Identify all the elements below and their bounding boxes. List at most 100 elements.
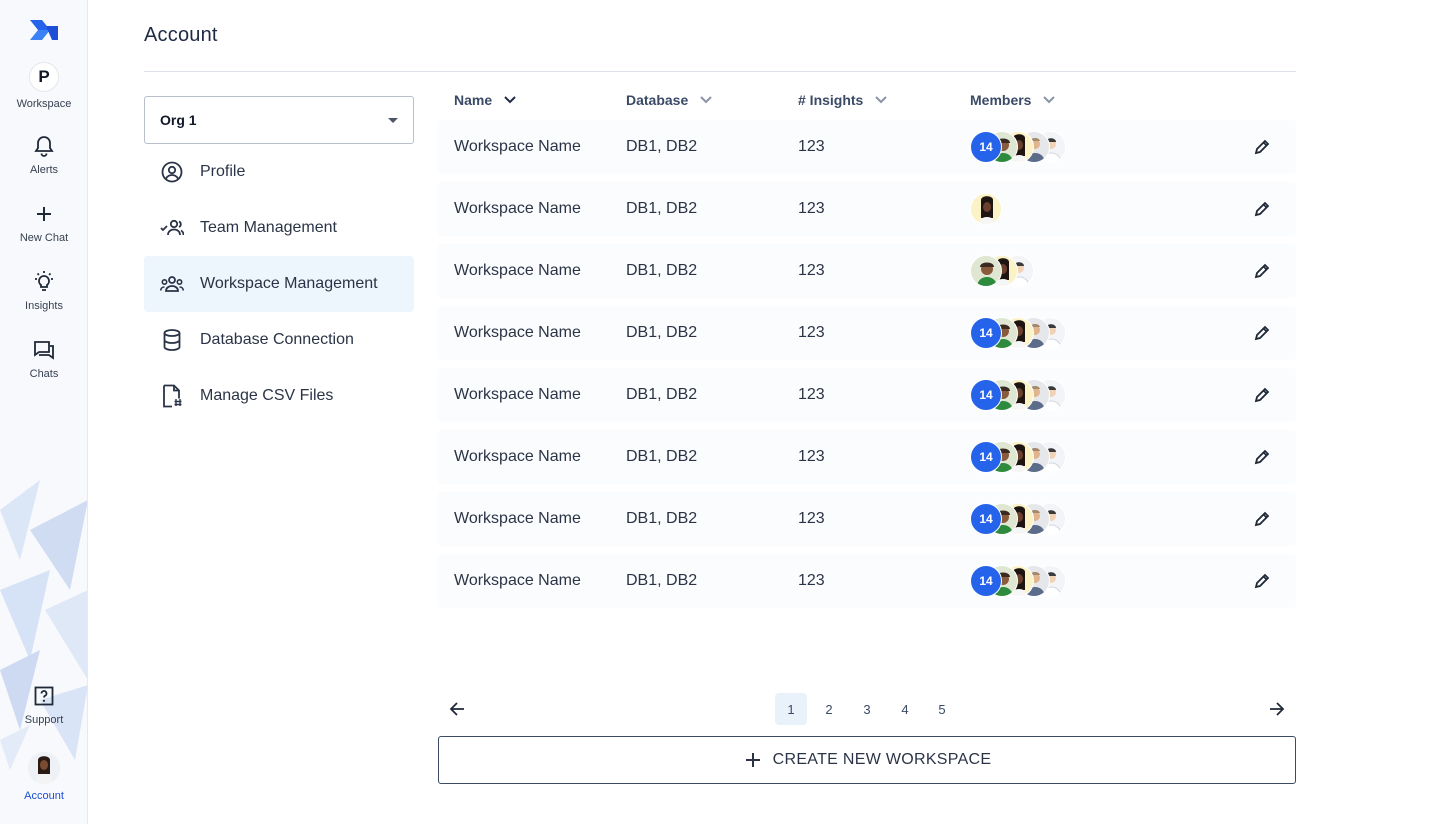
column-header-database[interactable]: Database bbox=[626, 90, 712, 110]
pagination-page-5[interactable]: 5 bbox=[926, 693, 958, 725]
edit-icon[interactable] bbox=[1250, 321, 1274, 345]
workspace-databases: DB1, DB2 bbox=[626, 138, 698, 155]
menu-item-label: Manage CSV Files bbox=[200, 387, 334, 404]
menu-item-workspace-management[interactable]: Workspace Management bbox=[144, 256, 414, 312]
edit-icon[interactable] bbox=[1250, 507, 1274, 531]
member-avatar-group[interactable]: 14 bbox=[970, 565, 1066, 597]
create-workspace-button[interactable]: CREATE NEW WORKSPACE bbox=[438, 736, 1296, 784]
menu-item-label: Workspace Management bbox=[200, 275, 378, 292]
pagination-next[interactable] bbox=[1265, 697, 1289, 721]
pagination-page-3[interactable]: 3 bbox=[851, 693, 883, 725]
rail-label: Support bbox=[24, 714, 64, 726]
workspace-insights: 123 bbox=[798, 262, 825, 279]
menu-item-team-management[interactable]: Team Management bbox=[144, 200, 414, 256]
workspace-members: 14 bbox=[970, 492, 1066, 546]
member-avatar bbox=[970, 255, 1002, 287]
member-avatar-group[interactable] bbox=[970, 255, 1034, 287]
workspace-name: Workspace Name bbox=[454, 200, 581, 217]
left-nav-rail: P Workspace Alerts New Chat Insights Cha… bbox=[0, 0, 88, 824]
create-workspace-label: CREATE NEW WORKSPACE bbox=[772, 751, 992, 768]
rail-label: Alerts bbox=[29, 164, 59, 176]
user-avatar bbox=[28, 752, 60, 784]
edit-icon[interactable] bbox=[1250, 383, 1274, 407]
workspace-insights: 123 bbox=[798, 510, 825, 527]
menu-item-database-connection[interactable]: Database Connection bbox=[144, 312, 414, 368]
rail-item-support[interactable]: Support bbox=[0, 684, 87, 726]
rail-item-new-chat[interactable]: New Chat bbox=[0, 202, 87, 244]
rail-label: Account bbox=[24, 790, 64, 802]
page-title: Account bbox=[144, 24, 218, 46]
workspace-members: 14 bbox=[970, 430, 1066, 484]
menu-item-profile[interactable]: Profile bbox=[144, 144, 414, 200]
pagination-page-1[interactable]: 1 bbox=[775, 693, 807, 725]
pagination-page-4[interactable]: 4 bbox=[889, 693, 921, 725]
member-avatar-group[interactable] bbox=[970, 193, 1002, 225]
table-row[interactable]: Workspace Name DB1, DB2 123 14 bbox=[438, 430, 1296, 484]
workspace-insights: 123 bbox=[798, 448, 825, 465]
menu-item-label: Profile bbox=[200, 163, 246, 180]
rail-item-workspace[interactable]: P Workspace bbox=[0, 62, 87, 110]
menu-item-label: Team Management bbox=[200, 219, 337, 236]
column-header-insights[interactable]: # Insights bbox=[798, 90, 888, 110]
pagination-prev[interactable] bbox=[445, 697, 469, 721]
column-header-name[interactable]: Name bbox=[454, 90, 516, 110]
member-count-badge: 14 bbox=[970, 379, 1002, 411]
chevron-down-icon bbox=[504, 96, 516, 104]
caret-down-icon bbox=[388, 118, 398, 123]
workspace-insights: 123 bbox=[798, 324, 825, 341]
org-select-value: Org 1 bbox=[160, 112, 197, 128]
workspace-name: Workspace Name bbox=[454, 138, 581, 155]
workspace-name: Workspace Name bbox=[454, 510, 581, 527]
rail-item-chats[interactable]: Chats bbox=[0, 338, 87, 380]
lightbulb-icon bbox=[32, 270, 56, 294]
table-row[interactable]: Workspace Name DB1, DB2 123 14 bbox=[438, 554, 1296, 608]
table-row[interactable]: Workspace Name DB1, DB2 123 14 bbox=[438, 120, 1296, 174]
member-avatar-group[interactable]: 14 bbox=[970, 317, 1066, 349]
member-count-badge: 14 bbox=[970, 317, 1002, 349]
member-count-badge: 14 bbox=[970, 131, 1002, 163]
org-select[interactable]: Org 1 bbox=[144, 96, 414, 144]
member-avatar bbox=[970, 193, 1002, 225]
rail-item-account[interactable]: Account bbox=[0, 752, 87, 802]
column-header-label: Name bbox=[454, 92, 493, 108]
bell-icon bbox=[32, 134, 56, 158]
rail-label: Chats bbox=[29, 368, 59, 380]
edit-icon[interactable] bbox=[1250, 135, 1274, 159]
edit-icon[interactable] bbox=[1250, 569, 1274, 593]
workspace-databases: DB1, DB2 bbox=[626, 448, 698, 465]
rail-item-alerts[interactable]: Alerts bbox=[0, 134, 87, 176]
table-row[interactable]: Workspace Name DB1, DB2 123 14 bbox=[438, 492, 1296, 546]
chevron-down-icon bbox=[700, 96, 712, 104]
member-avatar-group[interactable]: 14 bbox=[970, 503, 1066, 535]
workspace-databases: DB1, DB2 bbox=[626, 324, 698, 341]
workspace-members: 14 bbox=[970, 306, 1066, 360]
workspace-insights: 123 bbox=[798, 572, 825, 589]
pagination-page-2[interactable]: 2 bbox=[813, 693, 845, 725]
member-avatar-group[interactable]: 14 bbox=[970, 131, 1066, 163]
table-row[interactable]: Workspace Name DB1, DB2 123 bbox=[438, 182, 1296, 236]
rail-label: New Chat bbox=[19, 232, 69, 244]
workspace-databases: DB1, DB2 bbox=[626, 262, 698, 279]
rail-label: Insights bbox=[25, 300, 63, 312]
edit-icon[interactable] bbox=[1250, 445, 1274, 469]
workspace-badge: P bbox=[29, 62, 59, 92]
brand-logo[interactable] bbox=[28, 16, 60, 44]
menu-item-manage-csv-files[interactable]: Manage CSV Files bbox=[144, 368, 414, 424]
column-header-members[interactable]: Members bbox=[970, 90, 1056, 110]
edit-icon[interactable] bbox=[1250, 259, 1274, 283]
member-avatar-group[interactable]: 14 bbox=[970, 379, 1066, 411]
header-divider bbox=[144, 71, 1296, 72]
table-row[interactable]: Workspace Name DB1, DB2 123 bbox=[438, 244, 1296, 298]
chevron-down-icon bbox=[875, 96, 888, 104]
workspace-insights: 123 bbox=[798, 138, 825, 155]
member-avatar-group[interactable]: 14 bbox=[970, 441, 1066, 473]
workspace-name: Workspace Name bbox=[454, 572, 581, 589]
table-row[interactable]: Workspace Name DB1, DB2 123 14 bbox=[438, 306, 1296, 360]
chat-icon bbox=[32, 338, 56, 362]
workspace-databases: DB1, DB2 bbox=[626, 510, 698, 527]
workspace-name: Workspace Name bbox=[454, 448, 581, 465]
rail-item-insights[interactable]: Insights bbox=[0, 270, 87, 312]
workspace-members bbox=[970, 182, 1002, 236]
table-row[interactable]: Workspace Name DB1, DB2 123 14 bbox=[438, 368, 1296, 422]
edit-icon[interactable] bbox=[1250, 197, 1274, 221]
